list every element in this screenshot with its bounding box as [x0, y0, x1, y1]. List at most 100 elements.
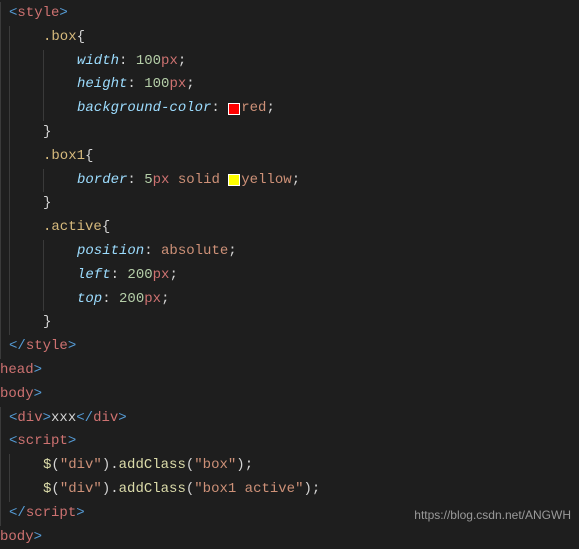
code-line[interactable]: <div>xxx</div> — [0, 407, 579, 431]
css-number: 200 — [119, 288, 144, 312]
semicolon: ; — [312, 478, 320, 502]
angle-bracket: < — [9, 430, 17, 454]
string: "box1 active" — [194, 478, 303, 502]
colon: : — [111, 264, 119, 288]
code-line[interactable]: background-color: red; — [0, 97, 579, 121]
tag-body: body — [0, 526, 34, 549]
angle-bracket: > — [76, 502, 84, 526]
css-number: 100 — [144, 73, 169, 97]
colon: : — [127, 169, 135, 193]
css-number: 5 — [144, 169, 152, 193]
colon: : — [211, 97, 219, 121]
code-line[interactable]: .box1{ — [0, 145, 579, 169]
angle-bracket: </ — [9, 335, 26, 359]
angle-bracket: </ — [9, 502, 26, 526]
code-line[interactable]: border: 5px solid yellow; — [0, 169, 579, 193]
div-text: xxx — [51, 407, 76, 431]
angle-bracket: > — [68, 335, 76, 359]
angle-bracket: </ — [76, 407, 93, 431]
angle-bracket: > — [59, 2, 67, 26]
paren: ( — [186, 478, 194, 502]
css-selector: .box — [43, 26, 77, 50]
semicolon: ; — [161, 288, 169, 312]
semicolon: ; — [178, 50, 186, 74]
tag-div: div — [17, 407, 42, 431]
angle-bracket: > — [118, 407, 126, 431]
semicolon: ; — [228, 240, 236, 264]
code-line[interactable]: } — [0, 121, 579, 145]
paren: ( — [51, 478, 59, 502]
code-line[interactable]: position: absolute; — [0, 240, 579, 264]
color-swatch-icon — [228, 103, 240, 115]
dot: . — [110, 454, 118, 478]
brace: { — [102, 216, 110, 240]
css-property: border — [77, 169, 127, 193]
semicolon: ; — [245, 454, 253, 478]
dot: . — [110, 478, 118, 502]
code-editor-pane[interactable]: <style> .box{ width: 100px; height: 100p… — [0, 2, 579, 549]
code-line[interactable]: width: 100px; — [0, 50, 579, 74]
string: "div" — [60, 478, 102, 502]
code-line[interactable]: left: 200px; — [0, 264, 579, 288]
css-value: red — [241, 97, 266, 121]
css-number: 100 — [136, 50, 161, 74]
css-number: 200 — [127, 264, 152, 288]
code-line[interactable]: } — [0, 311, 579, 335]
angle-bracket: > — [34, 383, 42, 407]
angle-bracket: > — [34, 359, 42, 383]
brace: } — [43, 311, 51, 335]
string: "box" — [194, 454, 236, 478]
paren: ) — [102, 454, 110, 478]
tag-style: style — [26, 335, 68, 359]
css-property: background-color — [77, 97, 211, 121]
jquery-dollar: $ — [43, 454, 51, 478]
method-addclass: addClass — [119, 454, 186, 478]
css-unit: px — [161, 50, 178, 74]
angle-bracket: > — [34, 526, 42, 549]
code-line[interactable]: head> — [0, 359, 579, 383]
tag-head: head — [0, 359, 34, 383]
semicolon: ; — [169, 264, 177, 288]
angle-bracket: > — [43, 407, 51, 431]
method-addclass: addClass — [119, 478, 186, 502]
angle-bracket: < — [9, 2, 17, 26]
css-value: yellow — [241, 169, 291, 193]
angle-bracket: > — [68, 430, 76, 454]
css-unit: px — [153, 169, 170, 193]
code-line[interactable]: .active{ — [0, 216, 579, 240]
code-line[interactable]: $("div").addClass("box1 active"); — [0, 478, 579, 502]
string: "div" — [60, 454, 102, 478]
colon: : — [119, 50, 127, 74]
semicolon: ; — [292, 169, 300, 193]
angle-bracket: < — [9, 407, 17, 431]
brace: } — [43, 192, 51, 216]
code-line[interactable]: </style> — [0, 335, 579, 359]
paren: ( — [51, 454, 59, 478]
code-line[interactable]: body> — [0, 526, 579, 549]
css-unit: px — [144, 288, 161, 312]
colon: : — [102, 288, 110, 312]
code-line[interactable]: height: 100px; — [0, 73, 579, 97]
code-line[interactable]: <style> — [0, 2, 579, 26]
code-line[interactable]: $("div").addClass("box"); — [0, 454, 579, 478]
tag-body: body — [0, 383, 34, 407]
css-value: solid — [178, 169, 220, 193]
code-line[interactable]: .box{ — [0, 26, 579, 50]
watermark-text: https://blog.csdn.net/ANGWH — [414, 505, 571, 525]
color-swatch-icon — [228, 174, 240, 186]
brace: { — [77, 26, 85, 50]
code-line[interactable]: } — [0, 192, 579, 216]
code-line[interactable]: top: 200px; — [0, 288, 579, 312]
css-property: top — [77, 288, 102, 312]
paren: ) — [303, 478, 311, 502]
code-line[interactable]: <script> — [0, 430, 579, 454]
colon: : — [127, 73, 135, 97]
css-unit: px — [153, 264, 170, 288]
paren: ) — [102, 478, 110, 502]
code-line[interactable]: body> — [0, 383, 579, 407]
semicolon: ; — [186, 73, 194, 97]
css-property: width — [77, 50, 119, 74]
brace: } — [43, 121, 51, 145]
css-unit: px — [169, 73, 186, 97]
tag-div: div — [93, 407, 118, 431]
